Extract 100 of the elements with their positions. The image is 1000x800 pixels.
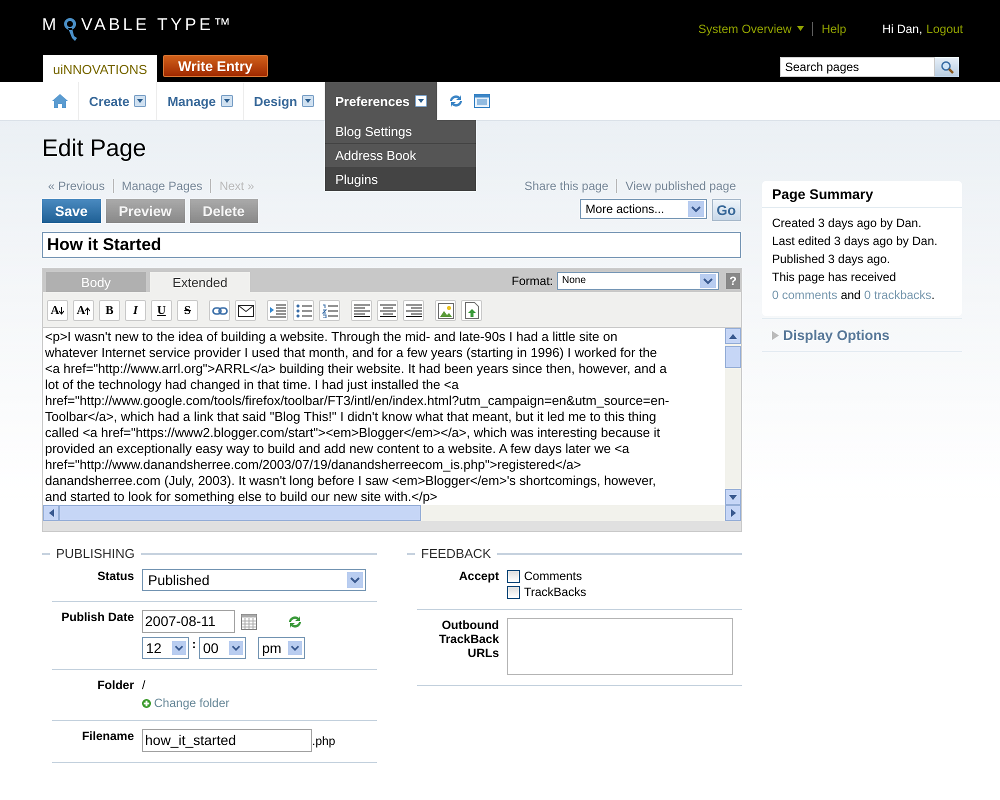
- header-link[interactable]: System Overview: [698, 22, 805, 36]
- scroll-up-icon[interactable]: [729, 334, 737, 338]
- greeting-text: Hi Dan,: [882, 22, 922, 36]
- toolbar-button[interactable]: I: [125, 300, 146, 321]
- toolbar-button[interactable]: B: [99, 300, 120, 321]
- header-link[interactable]: Help: [812, 22, 846, 36]
- section-heading: PUBLISHING: [56, 546, 135, 561]
- toolbar-button[interactable]: [403, 300, 424, 321]
- panel-title: Page Summary: [762, 181, 962, 208]
- page-link: Next »: [210, 179, 254, 193]
- refresh-icon[interactable]: [287, 614, 303, 630]
- nav-tab[interactable]: Preferences: [325, 82, 437, 120]
- summary-text: Last edited 3 days ago by Dan.: [772, 233, 938, 250]
- format-label: Format:: [512, 274, 553, 288]
- menu-item[interactable]: Blog Settings: [325, 120, 476, 144]
- hour-select[interactable]: 12: [142, 637, 189, 659]
- field-label: Outbound TrackBack URLs: [438, 618, 499, 662]
- date-field[interactable]: 2007-08-11: [142, 610, 235, 633]
- toolbar-button[interactable]: [319, 300, 340, 321]
- checkbox[interactable]: [507, 570, 520, 582]
- dropdown-icon: [288, 641, 302, 655]
- blog-tab[interactable]: uiNNOVATIONS: [43, 55, 158, 82]
- action-button[interactable]: Save: [42, 199, 101, 223]
- summary-text: This page has received 0 comments and 0 trackbacks.: [772, 269, 936, 304]
- field-label: Publish Date: [60, 610, 134, 626]
- dropdown-icon: [347, 572, 363, 588]
- link-icon: [212, 306, 228, 316]
- indent-icon: [270, 304, 286, 318]
- arrow-icon: [85, 306, 90, 314]
- checkbox[interactable]: [507, 586, 520, 598]
- checkbox-label: Comments: [524, 569, 582, 583]
- calendar-icon[interactable]: [241, 614, 257, 630]
- envelope-icon: [238, 304, 254, 316]
- ampm-select[interactable]: pm: [258, 637, 305, 659]
- upload-icon: [464, 302, 478, 319]
- scroll-right-icon[interactable]: [730, 509, 736, 517]
- status-select[interactable]: Published: [142, 569, 366, 591]
- align-center-icon: [380, 304, 396, 317]
- field-label: Status: [96, 569, 134, 585]
- arrow-icon: [59, 306, 64, 314]
- editor-tab[interactable]: Extended: [150, 272, 250, 292]
- dropdown-icon: [229, 641, 243, 655]
- dropdown-icon: [700, 274, 716, 288]
- change-folder-link[interactable]: Change folder: [142, 696, 230, 710]
- toolbar-button[interactable]: [351, 300, 372, 321]
- write-entry-button[interactable]: Write Entry: [163, 55, 268, 77]
- logo-text: VABLE TYPE™: [81, 16, 234, 34]
- search-icon: [940, 60, 954, 74]
- caret-icon: [302, 95, 314, 107]
- toolbar-button[interactable]: U: [151, 300, 172, 321]
- logout-link[interactable]: Logout: [926, 22, 963, 36]
- refresh-icon[interactable]: [448, 93, 464, 109]
- filename-field[interactable]: how_it_started: [142, 729, 312, 752]
- menu-item[interactable]: Plugins: [325, 168, 476, 191]
- scroll-down-icon[interactable]: [729, 494, 737, 500]
- horizontal-scrollbar[interactable]: [43, 505, 741, 521]
- align-right-icon: [406, 304, 422, 317]
- numbered-list-icon: [322, 304, 338, 318]
- toolbar-button[interactable]: A: [47, 300, 68, 321]
- minute-select[interactable]: 00: [199, 637, 246, 659]
- section-heading: FEEDBACK: [421, 546, 492, 561]
- title-field[interactable]: How it Started: [42, 232, 741, 258]
- go-button[interactable]: Go: [712, 199, 741, 221]
- nav-tab[interactable]: Design: [244, 82, 324, 120]
- scroll-thumb[interactable]: [59, 505, 421, 521]
- toolbar-button[interactable]: [293, 300, 314, 321]
- logo-text: M: [42, 16, 60, 34]
- toolbar-button[interactable]: A: [73, 300, 94, 321]
- caret-icon: [414, 95, 427, 107]
- file-extension: .php: [312, 734, 336, 748]
- caret-icon: [220, 95, 233, 107]
- scroll-thumb[interactable]: [725, 346, 741, 368]
- nav-tab[interactable]: Manage: [157, 82, 243, 120]
- display-options-link[interactable]: Display Options: [783, 327, 890, 343]
- toolbar-button[interactable]: S: [177, 300, 198, 321]
- toolbar-button[interactable]: [235, 300, 256, 321]
- caret-icon: [134, 95, 146, 107]
- toolbar-button[interactable]: [267, 300, 288, 321]
- resize-handle[interactable]: [43, 521, 741, 531]
- plus-icon: [142, 698, 151, 708]
- search-button[interactable]: [935, 57, 959, 77]
- scroll-left-icon[interactable]: [48, 509, 54, 517]
- summary-text: Created 3 days ago by Dan.: [772, 215, 922, 232]
- folder-path: /: [142, 678, 146, 692]
- field-label: Folder: [96, 678, 134, 694]
- field-label: Filename: [80, 729, 134, 745]
- nav-tab[interactable]: Create: [79, 82, 156, 120]
- window-icon[interactable]: [474, 94, 490, 108]
- search-field[interactable]: Search pages: [780, 57, 935, 77]
- vertical-scrollbar[interactable]: [725, 328, 741, 505]
- checkbox-label: TrackBacks: [524, 585, 586, 599]
- toolbar-button[interactable]: [377, 300, 398, 321]
- bulleted-list-icon: [296, 304, 312, 318]
- dropdown-icon: [688, 201, 704, 217]
- format-select[interactable]: None: [557, 272, 719, 290]
- dropdown-icon: [172, 641, 186, 655]
- image-icon: [438, 302, 454, 318]
- home-icon[interactable]: [52, 94, 68, 108]
- help-button[interactable]: ?: [726, 272, 740, 288]
- more-actions-select[interactable]: More actions...: [580, 199, 707, 219]
